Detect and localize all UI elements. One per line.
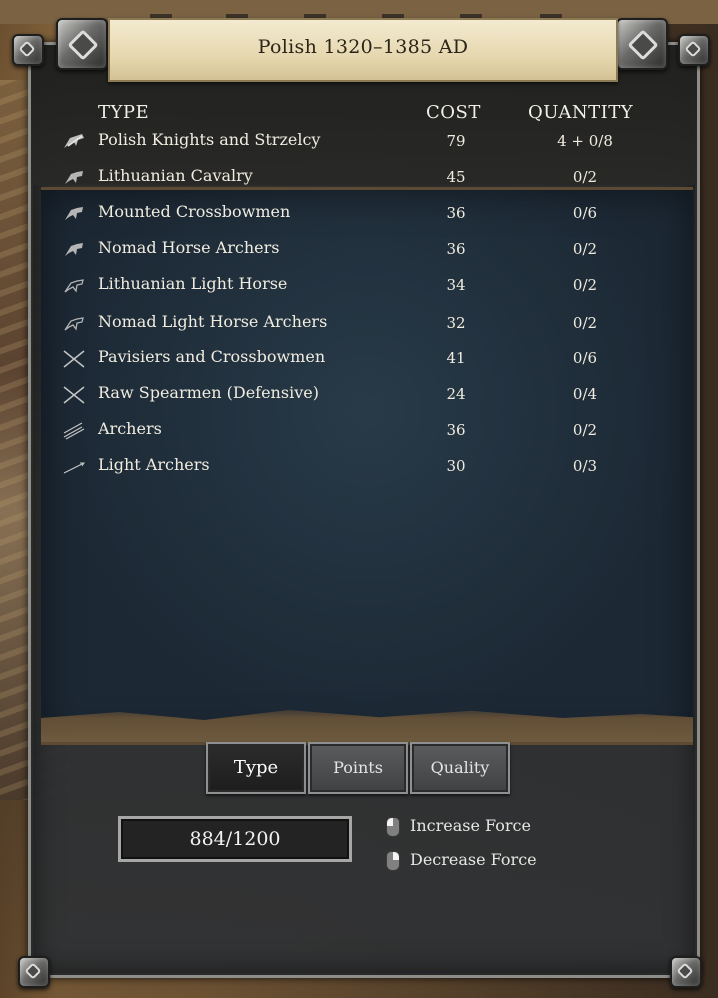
unit-row[interactable]: Light Archers 30 0/3 bbox=[60, 455, 660, 485]
cavalry-icon bbox=[62, 240, 86, 260]
light-horse-icon bbox=[62, 276, 86, 296]
column-header-cost: COST bbox=[426, 102, 481, 123]
increase-force-label: Increase Force bbox=[410, 816, 531, 835]
light-horse-icon bbox=[62, 314, 86, 334]
single-arrow-icon bbox=[62, 457, 86, 477]
unit-name: Mounted Crossbowmen bbox=[98, 202, 291, 221]
unit-cost: 79 bbox=[446, 132, 466, 150]
unit-quantity: 0/2 bbox=[572, 421, 598, 439]
heavy-cavalry-icon bbox=[62, 132, 86, 152]
unit-cost: 24 bbox=[446, 385, 466, 403]
unit-cost: 32 bbox=[446, 314, 466, 332]
unit-name: Light Archers bbox=[98, 455, 210, 474]
unit-cost: 36 bbox=[446, 421, 466, 439]
unit-row[interactable]: Lithuanian Cavalry 45 0/2 bbox=[60, 166, 660, 196]
arrows-icon bbox=[62, 421, 86, 441]
unit-row[interactable]: Pavisiers and Crossbowmen 41 0/6 bbox=[60, 347, 660, 377]
unit-cost: 36 bbox=[446, 240, 466, 258]
column-header-type: TYPE bbox=[98, 102, 150, 123]
unit-quantity: 0/6 bbox=[572, 204, 598, 222]
unit-row[interactable]: Polish Knights and Strzelcy 79 4 + 0/8 bbox=[60, 130, 660, 160]
unit-row[interactable]: Mounted Crossbowmen 36 0/6 bbox=[60, 202, 660, 232]
unit-name: Lithuanian Cavalry bbox=[98, 166, 253, 185]
cavalry-icon bbox=[62, 204, 86, 224]
unit-quantity: 0/4 bbox=[572, 385, 598, 403]
frame-corner-bottom-left bbox=[18, 956, 50, 988]
unit-cost: 36 bbox=[446, 204, 466, 222]
frame-corner-outer-top-right bbox=[678, 34, 710, 66]
unit-row[interactable]: Nomad Horse Archers 36 0/2 bbox=[60, 238, 660, 268]
decrease-force-label: Decrease Force bbox=[410, 850, 537, 869]
tab-points[interactable]: Points bbox=[308, 742, 408, 794]
unit-row[interactable]: Archers 36 0/2 bbox=[60, 419, 660, 449]
unit-quantity: 4 + 0/8 bbox=[557, 132, 613, 150]
unit-cost: 41 bbox=[446, 349, 466, 367]
unit-quantity: 0/2 bbox=[572, 168, 598, 186]
frame-corner-bottom-right bbox=[670, 956, 702, 988]
title-banner: Polish 1320–1385 AD bbox=[108, 18, 618, 82]
unit-name: Lithuanian Light Horse bbox=[98, 274, 288, 293]
unit-name: Nomad Horse Archers bbox=[98, 238, 280, 257]
frame-corner-top-right bbox=[616, 18, 668, 70]
unit-quantity: 0/2 bbox=[572, 314, 598, 332]
unit-quantity: 0/6 bbox=[572, 349, 598, 367]
unit-quantity: 0/2 bbox=[572, 240, 598, 258]
terrain-silhouette bbox=[41, 710, 693, 742]
unit-cost: 30 bbox=[446, 457, 466, 475]
tab-quality[interactable]: Quality bbox=[410, 742, 510, 794]
unit-cost: 34 bbox=[446, 276, 466, 294]
crossed-spears-icon bbox=[62, 385, 86, 405]
tab-type[interactable]: Type bbox=[206, 742, 306, 794]
column-header-quantity: QUANTITY bbox=[528, 102, 634, 123]
points-total-display: 884/1200 bbox=[118, 816, 352, 862]
army-title: Polish 1320–1385 AD bbox=[257, 36, 469, 58]
unit-row[interactable]: Raw Spearmen (Defensive) 24 0/4 bbox=[60, 383, 660, 413]
unit-quantity: 0/2 bbox=[572, 276, 598, 294]
unit-row[interactable]: Nomad Light Horse Archers 32 0/2 bbox=[60, 312, 660, 342]
unit-name: Nomad Light Horse Archers bbox=[98, 312, 328, 331]
unit-name: Raw Spearmen (Defensive) bbox=[98, 383, 319, 402]
unit-name: Archers bbox=[98, 419, 162, 438]
crossed-spears-icon bbox=[62, 349, 86, 369]
frame-corner-top-left bbox=[56, 18, 108, 70]
unit-cost: 45 bbox=[446, 168, 466, 186]
cavalry-icon bbox=[62, 168, 86, 188]
unit-name: Pavisiers and Crossbowmen bbox=[98, 347, 326, 366]
frame-corner-outer-top-left bbox=[12, 34, 44, 66]
unit-row[interactable]: Lithuanian Light Horse 34 0/2 bbox=[60, 274, 660, 304]
unit-name: Polish Knights and Strzelcy bbox=[98, 130, 321, 149]
mouse-right-icon bbox=[386, 851, 400, 871]
unit-quantity: 0/3 bbox=[572, 457, 598, 475]
mouse-left-icon bbox=[386, 817, 400, 837]
